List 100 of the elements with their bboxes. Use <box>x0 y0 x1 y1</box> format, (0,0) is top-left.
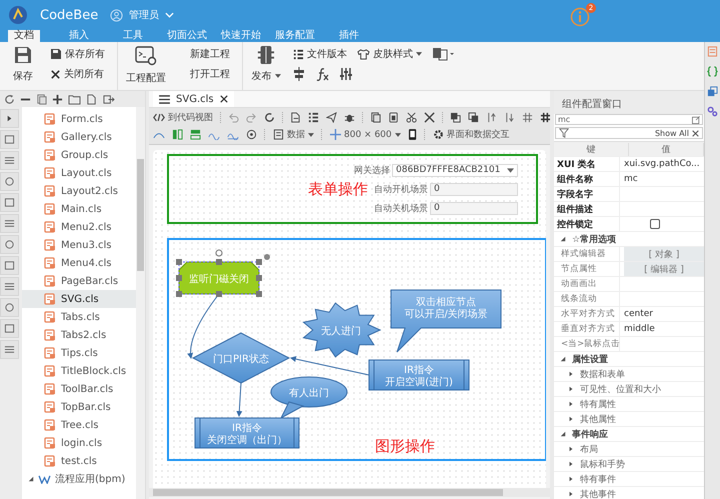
file-item[interactable]: Tabs2.cls <box>22 326 136 344</box>
file-item[interactable]: test.cls <box>22 452 136 470</box>
file-item[interactable]: Tabs.cls <box>22 308 136 326</box>
menu-tab[interactable]: 文档 <box>8 30 40 42</box>
dropdown-caret-icon[interactable] <box>507 168 514 172</box>
text-icon-button[interactable] <box>0 151 19 170</box>
new-project-button[interactable]: 新建工程 <box>190 47 230 61</box>
folder-icon[interactable] <box>68 94 81 104</box>
file-item[interactable]: ToolBar.cls <box>22 380 136 398</box>
expand-toggle-icon[interactable] <box>560 431 566 437</box>
select-field[interactable]: 086BD7FFFE8ACB2101 <box>392 164 518 176</box>
canvas-size-button[interactable]: 800 × 600 <box>330 129 401 140</box>
code-view-button[interactable]: 到代码视图 <box>153 111 213 124</box>
interaction-button[interactable]: 界面和数据交互 <box>432 128 510 141</box>
show-all-button[interactable]: Show All <box>654 128 689 138</box>
subgroup-label[interactable]: 鼠标和手势 <box>580 458 625 470</box>
expand-toggle-icon[interactable] <box>568 476 574 482</box>
grid-icon[interactable] <box>522 112 533 123</box>
filter-icon[interactable] <box>559 128 569 138</box>
file-item[interactable]: Menu2.cls <box>22 218 136 236</box>
expand-toggle-icon[interactable] <box>568 491 574 497</box>
function-icon[interactable] <box>315 67 329 81</box>
open-project-button[interactable]: 打开工程 <box>190 67 230 81</box>
file-item[interactable]: Main.cls <box>22 200 136 218</box>
translate-icon[interactable] <box>432 47 454 61</box>
subgroup-label[interactable]: 布局 <box>580 442 598 456</box>
group-label[interactable]: 属性设置 <box>572 352 608 366</box>
file-item[interactable]: Gallery.cls <box>22 128 136 146</box>
sort-down-icon[interactable] <box>504 112 515 123</box>
delete-icon[interactable] <box>424 112 435 123</box>
paste-icon[interactable] <box>388 112 399 123</box>
file-item[interactable]: Layout2.cls <box>22 182 136 200</box>
subgroup-label[interactable]: 可见性、位置和大小 <box>580 382 661 396</box>
group-label[interactable]: 事件响应 <box>572 428 608 440</box>
file-version-button[interactable]: 文件版本 <box>293 47 347 61</box>
send-icon[interactable] <box>326 112 337 123</box>
file-import-icon[interactable] <box>290 112 301 123</box>
expand-toggle-icon[interactable] <box>568 461 574 467</box>
file-item[interactable]: Form.cls <box>22 110 136 128</box>
export-icon[interactable] <box>102 94 115 104</box>
expand-toggle-icon[interactable] <box>560 356 566 362</box>
bring-front-icon[interactable] <box>450 112 461 123</box>
plus-icon[interactable] <box>52 94 63 104</box>
copy-icon[interactable] <box>36 94 47 104</box>
gears-icon[interactable] <box>707 106 718 117</box>
scrollbar[interactable] <box>136 107 145 499</box>
input-field[interactable]: 0 <box>430 182 518 196</box>
file-item[interactable]: Tips.cls <box>22 344 136 362</box>
expand-toggle-icon[interactable] <box>560 236 566 242</box>
layout-icon-button[interactable] <box>0 130 19 149</box>
braces-icon[interactable] <box>707 66 718 77</box>
editor-button[interactable]: [ 编辑器 ] <box>624 262 704 276</box>
subgroup-label[interactable]: 其他事件 <box>580 488 616 499</box>
file-item[interactable]: Menu4.cls <box>22 254 136 272</box>
group-label[interactable]: ☆常用选项 <box>572 232 616 246</box>
refresh-icon[interactable] <box>264 112 275 123</box>
columns-icon[interactable] <box>172 129 183 140</box>
file-item[interactable]: Menu3.cls <box>22 236 136 254</box>
windows-icon[interactable] <box>707 86 718 97</box>
refresh-icon[interactable] <box>4 94 15 104</box>
project-config-button[interactable]: 工程配置 <box>126 45 166 85</box>
scissors-icon[interactable] <box>406 112 417 123</box>
close-icon[interactable] <box>692 130 699 136</box>
search-field[interactable]: mc <box>555 114 703 125</box>
subgroup-label[interactable]: 特有事件 <box>580 472 616 486</box>
editor-button[interactable]: [ 对象 ] <box>624 247 704 261</box>
folder-item[interactable]: 流程应用(bpm) <box>22 470 136 488</box>
mobile-icon[interactable] <box>408 128 417 141</box>
snap-grid-icon[interactable] <box>540 112 551 123</box>
expand-toggle-icon[interactable] <box>568 416 574 422</box>
file-item[interactable]: login.cls <box>22 434 136 452</box>
file-item[interactable]: TitleBlock.cls <box>22 362 136 380</box>
expand-toggle-icon[interactable] <box>568 446 574 452</box>
file-icon[interactable] <box>86 94 97 104</box>
expand-toggle-icon[interactable] <box>568 386 574 392</box>
file-item[interactable]: PageBar.cls <box>22 272 136 290</box>
file-item[interactable]: SVG.cls <box>22 290 136 308</box>
skin-style-button[interactable]: 皮肤样式 <box>357 47 422 61</box>
expand-toggle-icon[interactable] <box>568 371 574 377</box>
bug-icon[interactable] <box>344 112 355 123</box>
align-center-icon[interactable] <box>293 67 305 81</box>
close-all-button[interactable]: 关闭所有 <box>50 67 105 81</box>
chevron-down-icon[interactable] <box>165 12 174 18</box>
file-item[interactable]: Tree.cls <box>22 416 136 434</box>
caret-icon-button[interactable] <box>0 109 19 128</box>
file-item[interactable]: TopBar.cls <box>22 398 136 416</box>
subgroup-label[interactable]: 其他属性 <box>580 412 616 426</box>
data-menu-button[interactable]: 数据 <box>273 128 314 141</box>
scrollbar[interactable] <box>149 488 550 497</box>
sort-up-icon[interactable] <box>486 112 497 123</box>
expand-toggle-icon[interactable] <box>28 476 34 482</box>
rows-icon[interactable] <box>190 129 201 140</box>
close-icon[interactable] <box>220 95 228 103</box>
copy-icon[interactable] <box>370 112 381 123</box>
subgroup-label[interactable]: 数据和表单 <box>580 368 625 380</box>
send-back-icon[interactable] <box>468 112 479 123</box>
target-icon[interactable] <box>246 129 257 140</box>
input-field[interactable]: 0 <box>430 202 518 214</box>
editor-tab[interactable]: SVG.cls <box>153 91 234 107</box>
expand-toggle-icon[interactable] <box>568 401 574 407</box>
